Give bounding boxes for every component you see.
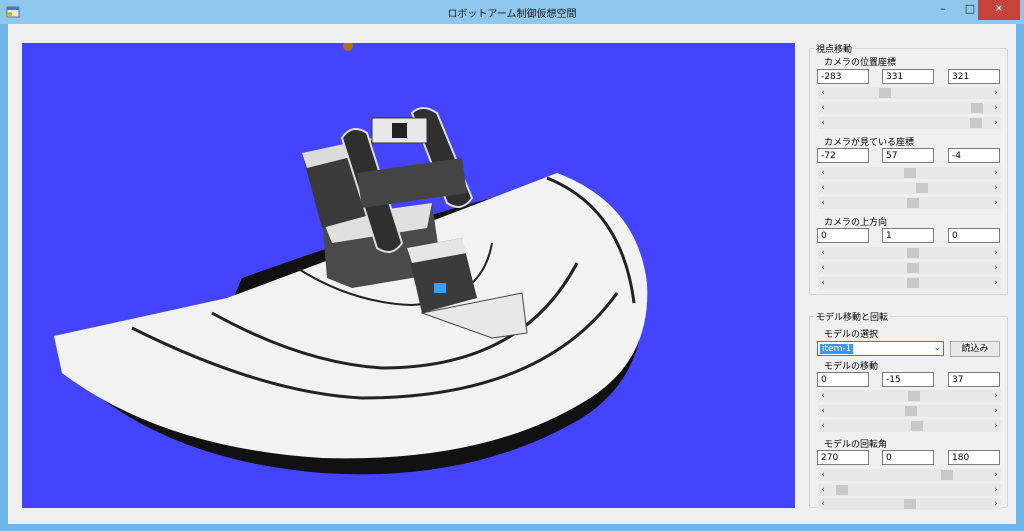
camera-target-y-slider[interactable]: ‹ ›: [818, 182, 1001, 194]
title-bar[interactable]: ロボットアーム制御仮想空間 – □ ✕: [0, 0, 1024, 24]
camera-target-z-field[interactable]: [948, 148, 1000, 163]
scroll-left-icon[interactable]: ‹: [818, 182, 828, 194]
viewpoint-group: 視点移動 カメラの位置座標 ‹› ‹› ‹› カメラが見ている座標 ‹› ‹› …: [809, 42, 1008, 295]
camera-position-z-slider[interactable]: ‹ ›: [818, 117, 1001, 129]
camera-target-x-field[interactable]: [817, 148, 869, 163]
slider-thumb[interactable]: [971, 103, 983, 113]
slider-thumb[interactable]: [916, 183, 928, 193]
slider-thumb[interactable]: [836, 485, 848, 495]
model-group: モデル移動と回転 モデルの選択 item-1 ⌄ 読込み モデルの移動 ‹› ‹…: [809, 310, 1008, 510]
3d-viewport[interactable]: [22, 43, 795, 508]
model-rotation-x-slider[interactable]: ‹ ›: [818, 469, 1001, 481]
scroll-right-icon[interactable]: ›: [991, 390, 1001, 402]
camera-up-z-field[interactable]: [948, 228, 1000, 243]
camera-position-label: カメラの位置座標: [824, 58, 897, 68]
camera-position-x-field[interactable]: [817, 69, 869, 84]
slider-thumb[interactable]: [908, 391, 920, 401]
client-area: 視点移動 カメラの位置座標 ‹› ‹› ‹› カメラが見ている座標 ‹› ‹› …: [8, 24, 1016, 524]
scroll-left-icon[interactable]: ‹: [818, 469, 828, 481]
scroll-left-icon[interactable]: ‹: [818, 102, 828, 114]
slider-thumb[interactable]: [879, 88, 891, 98]
camera-target-x-slider[interactable]: ‹ ›: [818, 167, 1001, 179]
scroll-right-icon[interactable]: ›: [991, 469, 1001, 481]
camera-up-x-field[interactable]: [817, 228, 869, 243]
scroll-right-icon[interactable]: ›: [991, 484, 1001, 496]
window-title: ロボットアーム制御仮想空間: [447, 9, 577, 20]
model-rotation-z-slider[interactable]: ‹ ›: [818, 498, 1001, 510]
scroll-right-icon[interactable]: ›: [991, 87, 1001, 99]
slider-thumb[interactable]: [907, 198, 919, 208]
slider-thumb[interactable]: [941, 470, 953, 480]
slider-thumb[interactable]: [911, 421, 923, 431]
scroll-right-icon[interactable]: ›: [991, 182, 1001, 194]
model-rotation-y-slider[interactable]: ‹ ›: [818, 484, 1001, 496]
scroll-left-icon[interactable]: ‹: [818, 484, 828, 496]
model-position-x-slider[interactable]: ‹ ›: [818, 390, 1001, 402]
slider-thumb[interactable]: [905, 406, 917, 416]
model-rotation-label: モデルの回転角: [824, 440, 888, 450]
camera-up-label: カメラの上方向: [824, 218, 888, 228]
slider-thumb[interactable]: [907, 263, 919, 273]
scroll-left-icon[interactable]: ‹: [818, 87, 828, 99]
load-button[interactable]: 読込み: [950, 341, 1000, 357]
model-rotation-y-field[interactable]: [882, 450, 934, 465]
scroll-right-icon[interactable]: ›: [991, 405, 1001, 417]
scroll-right-icon[interactable]: ›: [991, 277, 1001, 289]
model-rotation-x-field[interactable]: [817, 450, 869, 465]
slider-thumb[interactable]: [904, 499, 916, 509]
chevron-down-icon[interactable]: ⌄: [933, 342, 941, 355]
camera-target-z-slider[interactable]: ‹ ›: [818, 197, 1001, 209]
model-select-value: item-1: [820, 344, 854, 354]
scroll-right-icon[interactable]: ›: [991, 498, 1001, 510]
model-group-title: モデル移動と回転: [814, 310, 891, 323]
scroll-left-icon[interactable]: ‹: [818, 498, 828, 510]
scroll-left-icon[interactable]: ‹: [818, 167, 828, 179]
camera-position-z-field[interactable]: [948, 69, 1000, 84]
viewpoint-group-title: 視点移動: [814, 42, 855, 55]
camera-up-y-slider[interactable]: ‹ ›: [818, 262, 1001, 274]
camera-up-z-slider[interactable]: ‹ ›: [818, 277, 1001, 289]
scroll-right-icon[interactable]: ›: [991, 262, 1001, 274]
app-window: ロボットアーム制御仮想空間 – □ ✕ 視点移動 カメラの位置座標 -283 3…: [0, 0, 1024, 531]
scroll-left-icon[interactable]: ‹: [818, 247, 828, 259]
model-position-x-field[interactable]: [817, 372, 869, 387]
model-rotation-z-field[interactable]: [948, 450, 1000, 465]
scroll-left-icon[interactable]: ‹: [818, 262, 828, 274]
scroll-left-icon[interactable]: ‹: [818, 277, 828, 289]
camera-position-y-field[interactable]: [882, 69, 934, 84]
scroll-right-icon[interactable]: ›: [991, 247, 1001, 259]
camera-position-y-slider[interactable]: ‹ ›: [818, 102, 1001, 114]
model-position-y-slider[interactable]: ‹ ›: [818, 405, 1001, 417]
scroll-right-icon[interactable]: ›: [991, 420, 1001, 432]
model-selection-label: モデルの選択: [824, 330, 879, 340]
scroll-left-icon[interactable]: ‹: [818, 405, 828, 417]
robot-arm-scene: [54, 43, 648, 475]
slider-thumb[interactable]: [907, 248, 919, 258]
camera-position-x-slider[interactable]: ‹ ›: [818, 87, 1001, 99]
minimize-button[interactable]: –: [930, 0, 956, 20]
model-position-z-slider[interactable]: ‹ ›: [818, 420, 1001, 432]
camera-target-y-field[interactable]: [882, 148, 934, 163]
scroll-right-icon[interactable]: ›: [991, 167, 1001, 179]
scroll-left-icon[interactable]: ‹: [818, 197, 828, 209]
scroll-right-icon[interactable]: ›: [991, 197, 1001, 209]
slider-thumb[interactable]: [907, 278, 919, 288]
scroll-right-icon[interactable]: ›: [991, 117, 1001, 129]
camera-up-x-slider[interactable]: ‹ ›: [818, 247, 1001, 259]
slider-thumb[interactable]: [970, 118, 982, 128]
close-button[interactable]: ✕: [978, 0, 1020, 20]
camera-up-y-field[interactable]: [882, 228, 934, 243]
model-position-y-field[interactable]: [882, 372, 934, 387]
model-select[interactable]: item-1 ⌄: [817, 341, 944, 356]
model-position-label: モデルの移動: [824, 362, 879, 372]
scroll-left-icon[interactable]: ‹: [818, 420, 828, 432]
scroll-left-icon[interactable]: ‹: [818, 117, 828, 129]
slider-thumb[interactable]: [904, 168, 916, 178]
camera-target-label: カメラが見ている座標: [824, 138, 915, 148]
scroll-right-icon[interactable]: ›: [991, 102, 1001, 114]
scroll-left-icon[interactable]: ‹: [818, 390, 828, 402]
model-position-z-field[interactable]: [948, 372, 1000, 387]
